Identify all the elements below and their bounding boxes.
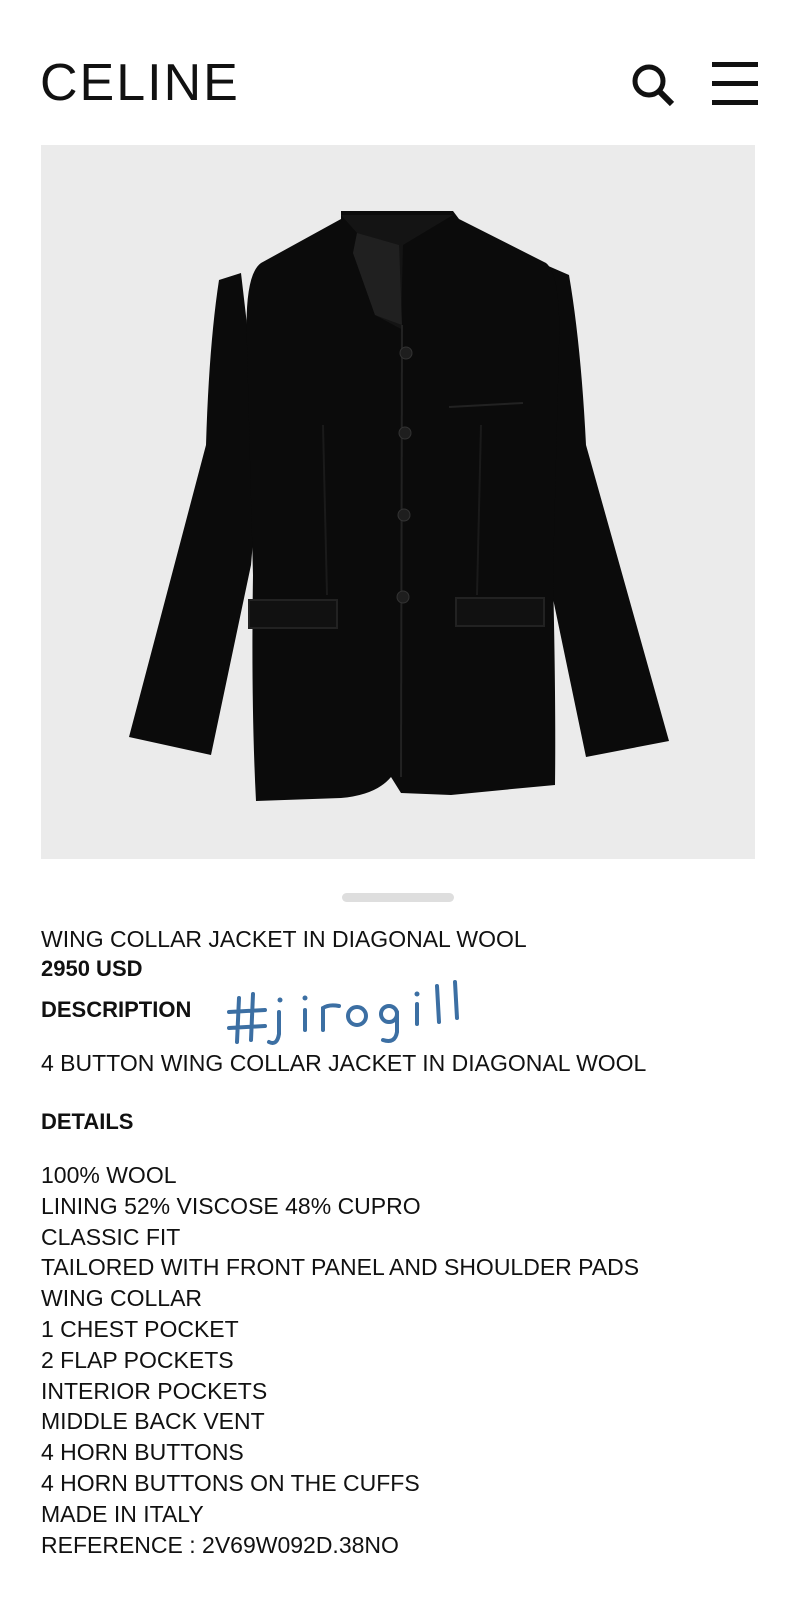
detail-item: MIDDLE BACK VENT <box>41 1408 265 1435</box>
detail-item: 100% WOOL <box>41 1162 177 1188</box>
carousel-indicator[interactable] <box>342 893 454 902</box>
detail-item: 1 CHEST POCKET <box>41 1315 239 1342</box>
detail-item: TAILORED WITH FRONT PANEL AND SHOULDER P… <box>41 1254 640 1281</box>
detail-item: 4 HORN BUTTONS <box>41 1439 244 1466</box>
details-heading: DETAILS <box>41 1109 134 1134</box>
detail-item: REFERENCE : 2V69W092D.38NO <box>41 1531 399 1558</box>
detail-item: MADE IN ITALY <box>41 1500 204 1527</box>
detail-item: INTERIOR POCKETS <box>41 1377 268 1404</box>
menu-button[interactable] <box>712 60 758 108</box>
detail-item: 2 FLAP POCKETS <box>41 1346 234 1373</box>
product-image[interactable] <box>41 145 755 859</box>
detail-item: LINING 52% VISCOSE 48% CUPRO <box>41 1192 421 1219</box>
jacket-image <box>129 211 669 801</box>
description-text: 4 BUTTON WING COLLAR JACKET IN DIAGONAL … <box>41 1050 647 1076</box>
site-header: CELINE <box>0 0 812 140</box>
product-price: 2950 USD <box>41 956 143 981</box>
search-button[interactable] <box>628 60 676 108</box>
description-heading: DESCRIPTION <box>41 997 192 1022</box>
detail-item: CLASSIC FIT <box>41 1223 181 1250</box>
brand-logo[interactable]: CELINE <box>40 54 240 112</box>
product-name: WING COLLAR JACKET IN DIAGONAL WOOL <box>41 926 527 952</box>
detail-item: WING COLLAR <box>41 1285 203 1312</box>
handwritten-watermark <box>227 980 459 1045</box>
search-icon <box>632 64 675 107</box>
hamburger-menu-icon <box>712 62 758 105</box>
details-list: 100% WOOL LINING 52% VISCOSE 48% CUPRO C… <box>41 1160 639 1560</box>
detail-item: 4 HORN BUTTONS ON THE CUFFS <box>41 1469 420 1496</box>
